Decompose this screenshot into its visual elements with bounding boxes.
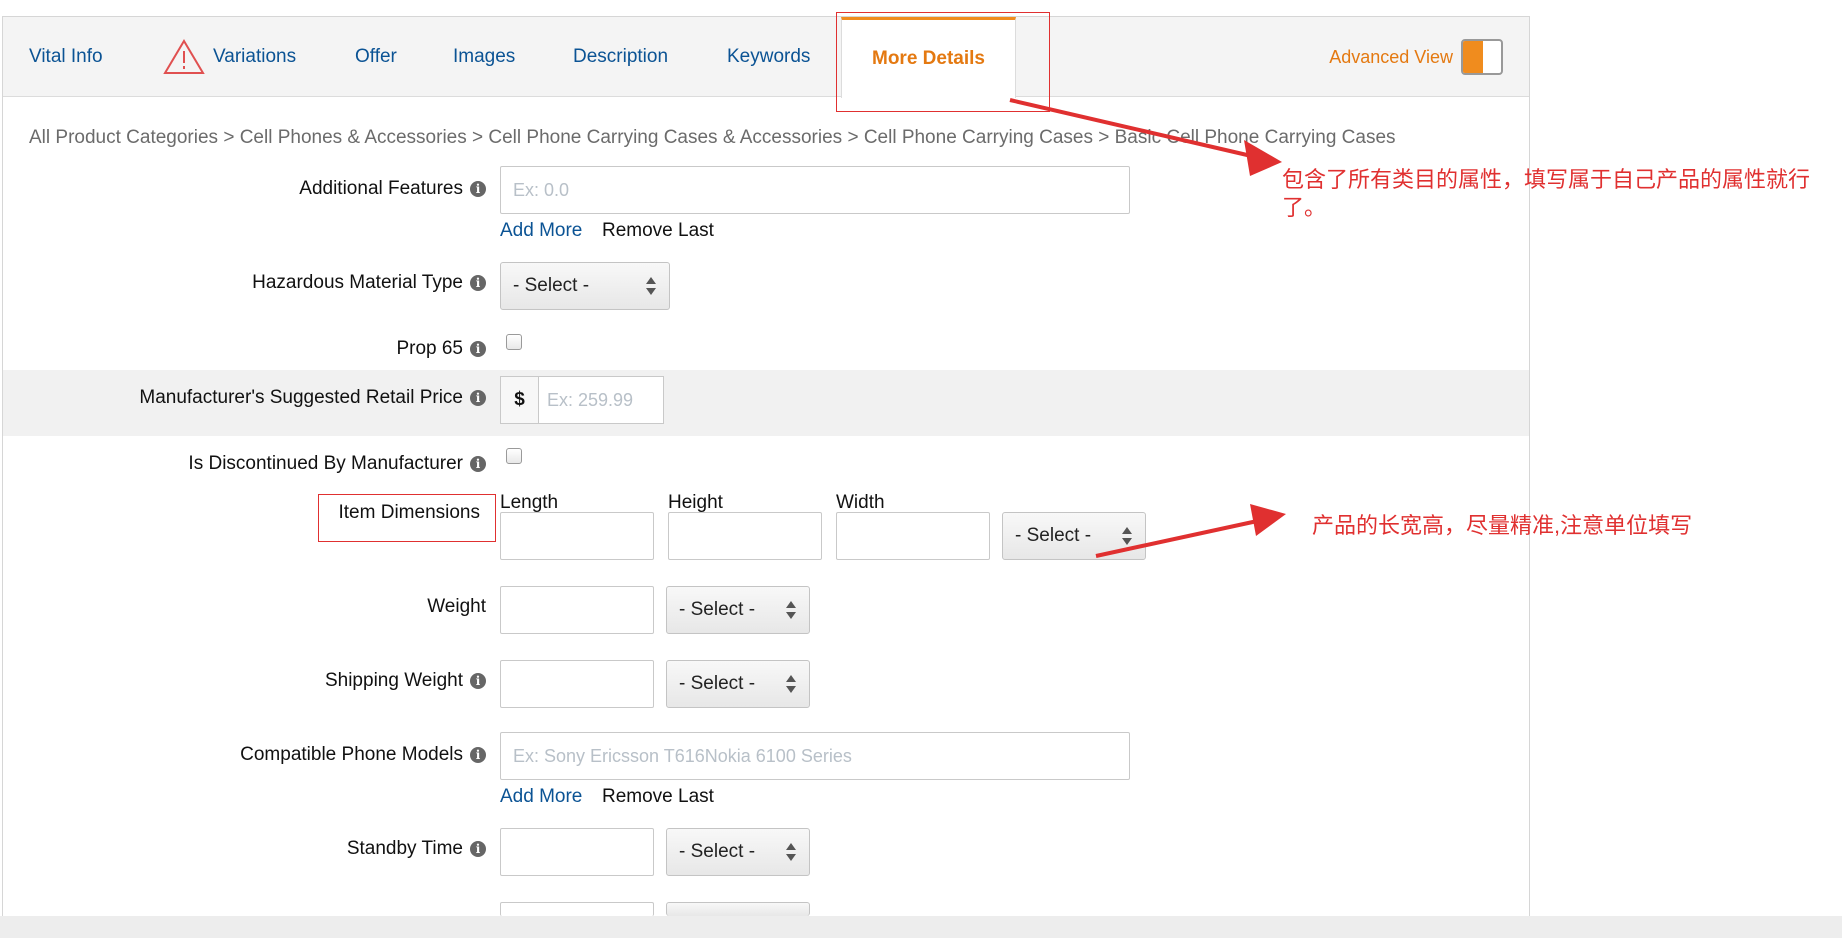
updown-caret-icon	[786, 601, 796, 619]
shipping-weight-unit-select[interactable]: - Select -	[666, 660, 810, 708]
toggle-knob	[1463, 41, 1483, 73]
info-icon[interactable]: i	[470, 747, 486, 763]
warning-icon	[163, 39, 205, 74]
tab-bar: Vital Info Variations Offer Images Descr…	[3, 17, 1529, 98]
msrp-input-group: $ Ex: 259.99	[500, 376, 664, 424]
breadcrumb: All Product Categories > Cell Phones & A…	[29, 127, 1396, 148]
updown-caret-icon	[786, 843, 796, 861]
info-icon[interactable]: i	[470, 673, 486, 689]
updown-caret-icon	[646, 277, 656, 295]
compatible-models-add-more-link[interactable]: Add More	[500, 786, 582, 808]
advanced-view-label: Advanced View	[1329, 46, 1453, 67]
annotation-note-dimensions: 产品的长宽高，尽量精准,注意单位填写	[1312, 513, 1693, 538]
info-icon[interactable]: i	[470, 456, 486, 472]
standby-time-input[interactable]	[500, 828, 654, 876]
discontinued-checkbox[interactable]	[506, 448, 522, 464]
info-icon[interactable]: i	[470, 341, 486, 357]
tab-images[interactable]: Images	[453, 17, 515, 97]
info-icon[interactable]: i	[470, 841, 486, 857]
shipping-weight-label: Shipping Weight i	[325, 670, 486, 692]
bottom-scroll-area	[0, 916, 1842, 938]
standby-time-label: Standby Time i	[347, 838, 486, 860]
msrp-label: Manufacturer's Suggested Retail Price i	[139, 387, 486, 409]
standby-time-unit-select[interactable]: - Select -	[666, 828, 810, 876]
advanced-view-toggle-group: Advanced View	[1329, 39, 1503, 75]
tab-keywords[interactable]: Keywords	[727, 17, 810, 97]
advanced-view-toggle[interactable]	[1461, 39, 1503, 75]
width-label: Width	[836, 492, 885, 513]
tab-offer[interactable]: Offer	[355, 17, 397, 97]
hazardous-material-label: Hazardous Material Type i	[252, 272, 486, 294]
tab-more-details[interactable]: More Details	[841, 17, 1016, 98]
next-row-select[interactable]	[666, 902, 810, 916]
currency-symbol: $	[501, 377, 539, 423]
discontinued-label: Is Discontinued By Manufacturer i	[188, 453, 486, 475]
next-row-input[interactable]	[500, 902, 654, 916]
hazardous-material-select[interactable]: - Select -	[500, 262, 670, 310]
height-input[interactable]	[668, 512, 822, 560]
prop65-label: Prop 65 i	[396, 338, 486, 360]
info-icon[interactable]: i	[470, 181, 486, 197]
height-label: Height	[668, 492, 723, 513]
additional-features-label: Additional Features i	[299, 178, 486, 200]
tab-variations[interactable]: Variations	[163, 17, 296, 97]
weight-unit-select[interactable]: - Select -	[666, 586, 810, 634]
compatible-models-input[interactable]: Ex: Sony Ericsson T616Nokia 6100 Series	[500, 732, 1130, 780]
prop65-checkbox[interactable]	[506, 334, 522, 350]
annotation-note-all-attributes: 包含了所有类目的属性，填写属于自己产品的属性就行了。	[1282, 167, 1811, 220]
compatible-models-label: Compatible Phone Models i	[240, 744, 486, 766]
updown-caret-icon	[1122, 527, 1132, 545]
length-input[interactable]	[500, 512, 654, 560]
info-icon[interactable]: i	[470, 275, 486, 291]
shipping-weight-input[interactable]	[500, 660, 654, 708]
tab-description[interactable]: Description	[573, 17, 668, 97]
info-icon[interactable]: i	[470, 390, 486, 406]
tab-vital-info[interactable]: Vital Info	[29, 17, 103, 97]
additional-features-remove-last-link[interactable]: Remove Last	[602, 220, 714, 242]
compatible-models-remove-last-link[interactable]: Remove Last	[602, 786, 714, 808]
weight-label: Weight	[427, 596, 486, 617]
length-label: Length	[500, 492, 559, 513]
width-input[interactable]	[836, 512, 990, 560]
weight-input[interactable]	[500, 586, 654, 634]
additional-features-input[interactable]: Ex: 0.0	[500, 166, 1130, 214]
msrp-input[interactable]: Ex: 259.99	[539, 377, 663, 423]
additional-features-add-more-link[interactable]: Add More	[500, 220, 582, 242]
item-dimensions-label: Item Dimensions	[338, 502, 481, 523]
dimension-unit-select[interactable]: - Select -	[1002, 512, 1146, 560]
updown-caret-icon	[786, 675, 796, 693]
